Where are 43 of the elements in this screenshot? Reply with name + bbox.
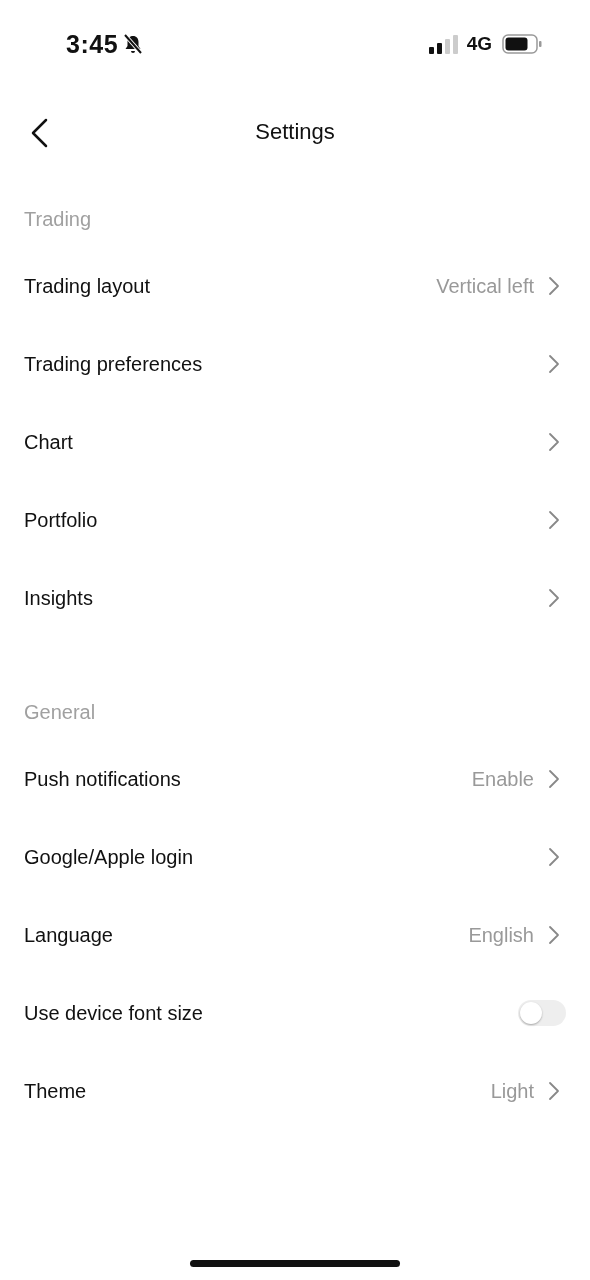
chevron-right-icon (548, 354, 560, 374)
section-title: General (23, 700, 97, 725)
settings-row[interactable]: Google/Apple login (0, 818, 590, 896)
settings-row[interactable]: Portfolio (0, 481, 590, 559)
settings-row[interactable]: Trading layout Vertical left (0, 247, 590, 325)
setting-value: English (468, 923, 534, 947)
chevron-right-icon (548, 847, 560, 867)
setting-label: Theme (24, 1079, 88, 1103)
back-icon (30, 118, 50, 148)
setting-label: Google/Apple login (24, 845, 194, 869)
chevron-right-icon (548, 1081, 560, 1101)
setting-label: Trading preferences (24, 352, 204, 376)
settings-row[interactable]: Push notifications Enable (0, 740, 590, 818)
setting-label: Use device font size (24, 1001, 204, 1025)
section-title: Trading (23, 207, 93, 232)
setting-label: Push notifications (24, 767, 182, 791)
chevron-right-icon (548, 769, 560, 789)
setting-label: Language (24, 923, 114, 947)
setting-label: Insights (24, 586, 94, 610)
home-indicator[interactable] (190, 1260, 400, 1267)
setting-value: Vertical left (436, 274, 534, 298)
page-title: Settings (255, 119, 335, 145)
bell-slash-icon (122, 33, 145, 55)
signal-icon (428, 34, 459, 54)
setting-label: Chart (24, 430, 74, 454)
chevron-right-icon (548, 510, 560, 530)
settings-row[interactable]: Language English (0, 896, 590, 974)
toggle-switch[interactable] (518, 1000, 566, 1026)
setting-value: Light (490, 1079, 534, 1103)
chevron-right-icon (548, 276, 560, 296)
settings-row[interactable]: Theme Light (0, 1052, 590, 1130)
battery-icon (502, 34, 542, 54)
setting-label: Portfolio (24, 508, 99, 532)
chevron-right-icon (548, 588, 560, 608)
setting-value: Enable (471, 767, 534, 791)
chevron-right-icon (548, 432, 560, 452)
status-time: 3:45 (66, 29, 119, 59)
network-label: 4G (466, 33, 492, 55)
settings-row[interactable]: Chart (0, 403, 590, 481)
chevron-right-icon (548, 925, 560, 945)
setting-label: Trading layout (24, 274, 151, 298)
settings-row[interactable]: Trading preferences (0, 325, 590, 403)
settings-row[interactable]: Insights (0, 559, 590, 637)
